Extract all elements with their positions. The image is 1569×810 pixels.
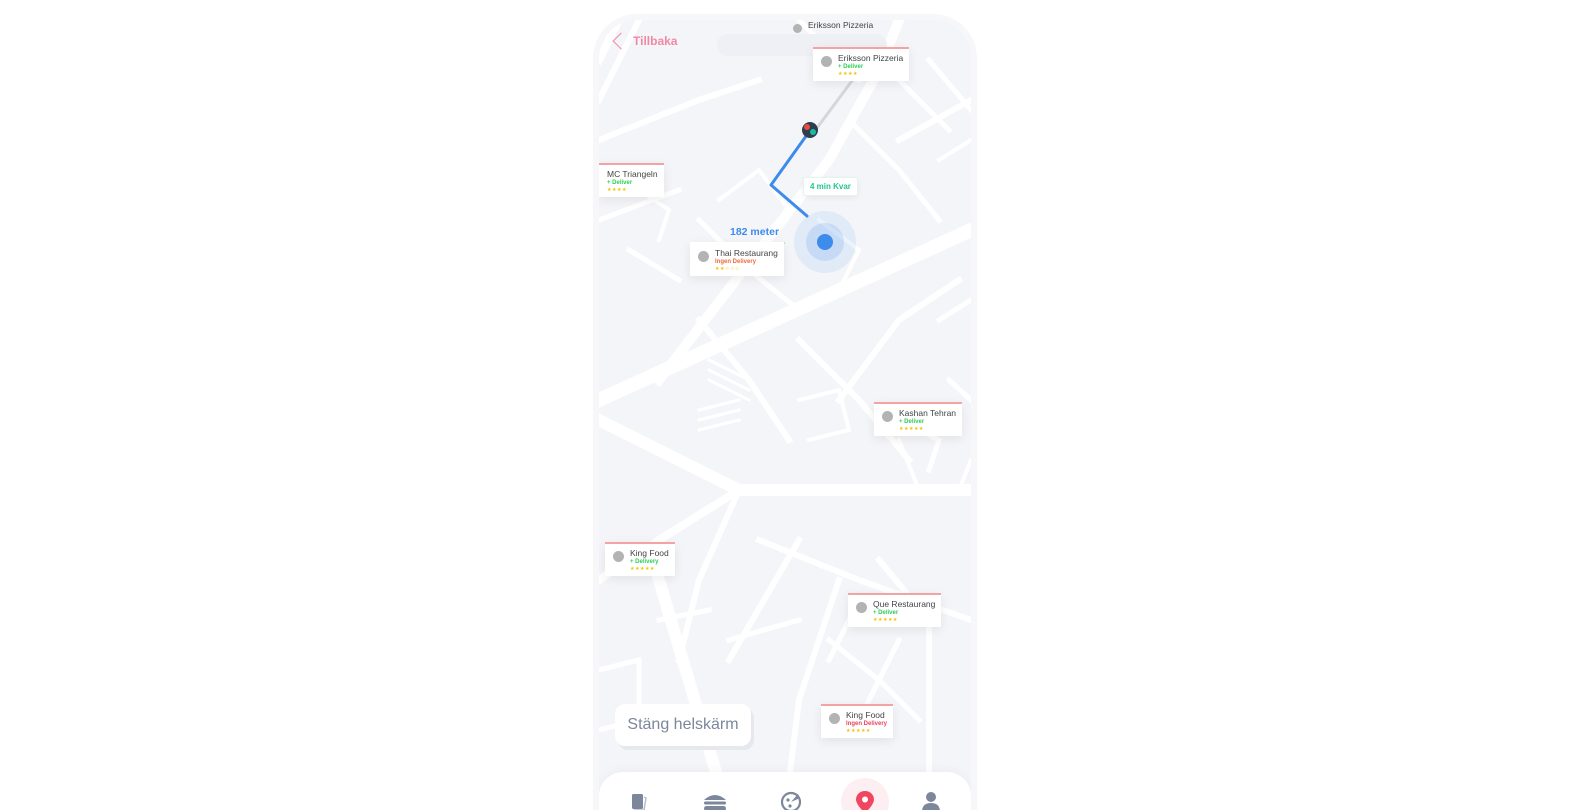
bottom-tab-bar	[599, 772, 971, 810]
restaurant-marker[interactable]: Kashan Tehran + Deliver ★★★★★	[874, 402, 963, 436]
phone-frame: Tillbaka 4 min Kvar 182 meter Eriksson P…	[593, 14, 977, 810]
user-icon	[922, 792, 940, 810]
restaurant-name: Eriksson Pizzeria	[808, 20, 874, 30]
chevron-left-icon	[612, 32, 630, 50]
restaurant-pin-icon	[882, 411, 893, 422]
rating-stars: ★★★★	[607, 187, 627, 193]
restaurant-marker[interactable]: MC Triangeln + Deliver ★★★★	[599, 163, 664, 197]
restaurant-pin-icon	[698, 251, 709, 262]
tab-menu[interactable]	[615, 778, 663, 810]
restaurant-pin-icon	[821, 56, 832, 67]
tab-pizza[interactable]	[767, 778, 815, 810]
tab-burgers[interactable]	[691, 778, 739, 810]
distance-label: 182 meter	[730, 226, 780, 238]
courier-avatar[interactable]	[802, 122, 818, 138]
restaurant-name: MC Triangeln	[607, 169, 658, 179]
restaurant-name: King Food	[846, 710, 885, 720]
rating-stars: ★★★★★	[899, 426, 924, 432]
tab-profile[interactable]	[907, 778, 955, 810]
restaurant-name: Kashan Tehran	[899, 408, 957, 418]
restaurant-marker[interactable]: Que Restaurang + Deliver ★★★★★	[848, 593, 942, 627]
restaurant-pin-icon	[613, 551, 624, 562]
restaurant-pin-icon	[829, 713, 840, 724]
restaurant-pin-icon	[793, 24, 802, 33]
delivery-status: Ingen Delivery	[715, 259, 757, 265]
restaurant-marker[interactable]: Eriksson Pizzeria + Deliver ★★★★	[813, 47, 910, 81]
restaurant-marker[interactable]: Eriksson Pizzeria	[787, 20, 879, 33]
delivery-status: + Deliver	[838, 64, 864, 70]
rating-stars: ★★★★	[838, 71, 858, 77]
map-pin-icon	[856, 791, 874, 810]
delivery-status: + Deliver	[899, 419, 925, 425]
restaurant-name: Thai Restaurang	[715, 248, 778, 258]
back-button[interactable]: Tillbaka	[612, 32, 678, 50]
restaurant-marker[interactable]: King Food Ingen Delivery ★★★★★	[821, 704, 894, 738]
restaurant-name: Que Restaurang	[873, 599, 936, 609]
restaurant-pin-icon	[856, 602, 867, 613]
delivery-status: + Deliver	[873, 610, 899, 616]
delivery-status: Ingen Delivery	[846, 721, 888, 727]
user-location-icon	[794, 211, 856, 273]
back-label: Tillbaka	[633, 34, 678, 48]
burger-icon	[704, 795, 726, 810]
rating-stars: ★★☆☆☆	[715, 266, 740, 272]
restaurant-marker[interactable]: King Food + Delivery ★★★★★	[605, 542, 675, 576]
tab-map[interactable]	[841, 778, 889, 810]
pizza-icon	[780, 791, 802, 810]
delivery-status: + Deliver	[607, 180, 633, 186]
restaurant-marker[interactable]: Thai Restaurang Ingen Delivery ★★☆☆☆	[690, 242, 784, 276]
rating-stars: ★★★★★	[630, 566, 655, 572]
delivery-status: + Delivery	[630, 559, 659, 565]
book-icon	[632, 794, 647, 810]
restaurant-name: Eriksson Pizzeria	[838, 53, 904, 63]
close-fullscreen-button[interactable]: Stäng helskärm	[615, 704, 751, 746]
restaurant-name: King Food	[630, 548, 669, 558]
rating-stars: ★★★★★	[873, 617, 898, 623]
rating-stars: ★★★★★	[846, 728, 871, 734]
eta-label: 4 min Kvar	[803, 177, 858, 196]
